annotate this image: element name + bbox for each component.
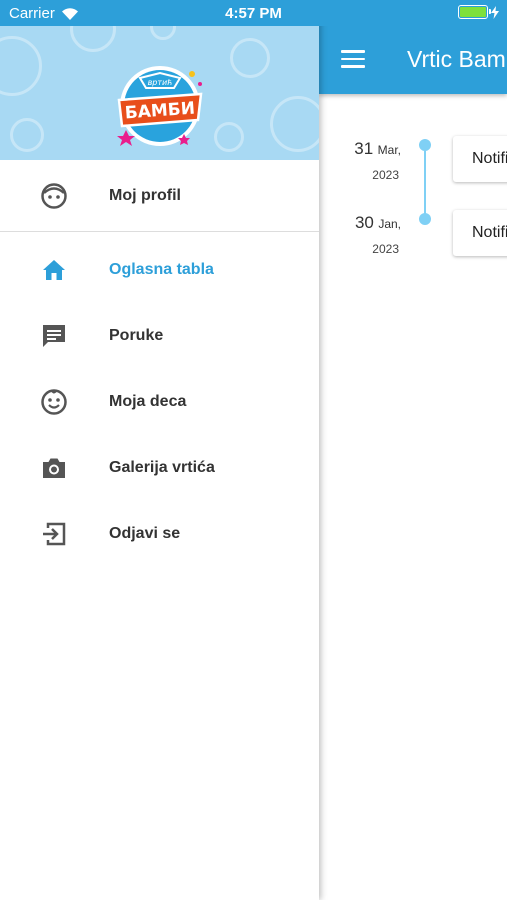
timeline-day: 31	[354, 139, 374, 158]
drawer-item-label: Poruke	[109, 327, 164, 344]
timeline-day: 30	[354, 213, 374, 232]
app-bar: Vrtic Bambi	[319, 26, 507, 94]
drawer-item-label: Odjavi se	[109, 525, 181, 542]
drawer-item-odjavi-se[interactable]: Odjavi se	[0, 501, 319, 567]
drawer-item-label: Moj profil	[109, 186, 181, 204]
status-time: 4:57 PM	[225, 5, 282, 22]
drawer-item-moja-deca[interactable]: Moja deca	[0, 369, 319, 435]
drawer-item-label: Moja deca	[109, 393, 187, 410]
main-screen: Vrtic Bambi 31 Mar, 2023 Notifikacija 30…	[319, 0, 507, 900]
drawer-item-profile[interactable]: Moj profil	[0, 160, 319, 232]
app-title: Vrtic Bambi	[407, 46, 507, 72]
logout-icon	[43, 522, 66, 546]
child-face-icon	[41, 389, 67, 415]
home-icon	[43, 260, 65, 280]
status-right	[458, 5, 499, 19]
camera-icon	[43, 458, 65, 478]
timeline-date: 30 Jan,	[319, 213, 401, 233]
drawer-item-label: Galerija vrtića	[109, 459, 215, 476]
drawer-item-galerija[interactable]: Galerija vrtića	[0, 435, 319, 501]
message-icon	[43, 325, 65, 347]
drawer-item-label: Oglasna tabla	[109, 261, 214, 278]
timeline-year: 2023	[372, 242, 399, 256]
notification-card[interactable]: Notifikacija	[453, 136, 507, 182]
menu-icon[interactable]	[341, 50, 365, 70]
face-icon	[41, 182, 67, 209]
timeline-dot	[419, 213, 431, 225]
logo-top-text: вртић	[148, 78, 173, 87]
charging-icon	[491, 5, 499, 19]
status-bar: Carrier 4:57 PM	[0, 0, 507, 26]
timeline-entry: 31 Mar, 2023 Notifikacija	[319, 136, 507, 196]
timeline-month: Mar,	[377, 143, 401, 157]
notification-card[interactable]: Notifikacija	[453, 210, 507, 256]
timeline-dot	[419, 139, 431, 151]
bambi-logo: вртић БАМБИ	[117, 66, 203, 146]
battery-icon	[458, 5, 491, 19]
timeline-entry: 30 Jan, 2023 Notifikacija	[319, 210, 507, 270]
timeline-year: 2023	[372, 168, 399, 182]
drawer-item-oglasna-tabla[interactable]: Oglasna tabla	[0, 237, 319, 303]
timeline-date: 31 Mar,	[319, 139, 401, 159]
drawer-header: вртић БАМБИ	[0, 26, 319, 160]
timeline-month: Jan,	[378, 217, 401, 231]
navigation-drawer: вртић БАМБИ Moj profil Oglasna tabla Por…	[0, 0, 319, 900]
drawer-item-poruke[interactable]: Poruke	[0, 303, 319, 369]
